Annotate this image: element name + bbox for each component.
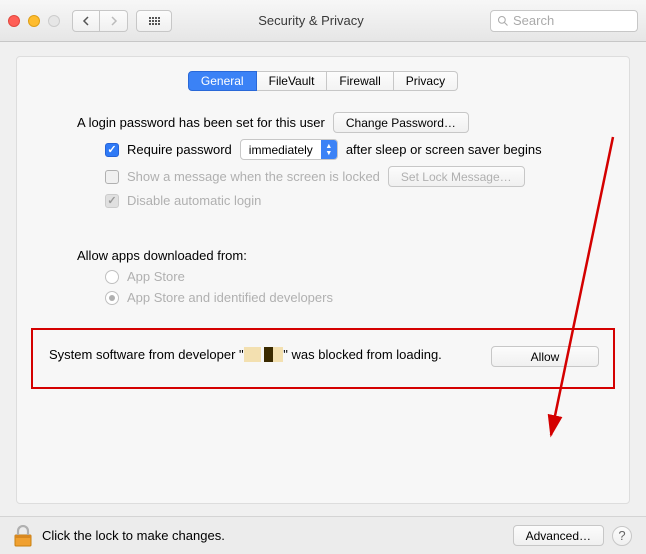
require-password-checkbox[interactable] [105, 143, 119, 157]
lock-text: Click the lock to make changes. [42, 528, 225, 543]
select-value: immediately [249, 143, 313, 157]
nav-buttons [72, 10, 128, 32]
show-message-checkbox [105, 170, 119, 184]
show-all-button[interactable] [136, 10, 172, 32]
gatekeeper-heading: Allow apps downloaded from: [77, 248, 247, 263]
require-password-suffix: after sleep or screen saver begins [346, 142, 542, 157]
close-window-button[interactable] [8, 15, 20, 27]
show-message-label: Show a message when the screen is locked [127, 169, 380, 184]
tab-general[interactable]: General [188, 71, 257, 91]
minimize-window-button[interactable] [28, 15, 40, 27]
disable-auto-login-label: Disable automatic login [127, 193, 261, 208]
blocked-software-notice: System software from developer "xx xx" w… [31, 328, 615, 389]
titlebar: Security & Privacy Search [0, 0, 646, 42]
blocked-prefix: System software from developer " [49, 347, 244, 362]
help-button[interactable]: ? [612, 526, 632, 546]
require-password-delay-select[interactable]: immediately ▲▼ [240, 139, 338, 160]
tab-bar: General FileVault Firewall Privacy [17, 71, 629, 91]
settings-panel: General FileVault Firewall Privacy A log… [16, 56, 630, 504]
require-password-label: Require password [127, 142, 232, 157]
blocked-suffix: " was blocked from loading. [283, 347, 442, 362]
footer: Click the lock to make changes. Advanced… [0, 516, 646, 554]
content-area: General FileVault Firewall Privacy A log… [0, 42, 646, 504]
forward-button [100, 10, 128, 32]
traffic-lights [8, 15, 60, 27]
set-lock-message-button: Set Lock Message… [388, 166, 525, 187]
chevron-left-icon [82, 16, 90, 26]
password-set-label: A login password has been set for this u… [77, 115, 325, 130]
radio-app-store-label: App Store [127, 269, 185, 284]
search-placeholder: Search [513, 13, 554, 28]
blocked-developer-name-redacted-2: x [264, 347, 273, 362]
radio-identified-developers [105, 291, 119, 305]
allow-button[interactable]: Allow [491, 346, 599, 367]
disable-auto-login-checkbox [105, 194, 119, 208]
search-icon [497, 15, 509, 27]
tab-privacy[interactable]: Privacy [394, 71, 458, 91]
lock-icon[interactable] [14, 525, 32, 547]
blocked-text: System software from developer "xx xx" w… [49, 346, 479, 364]
chevron-right-icon [110, 16, 118, 26]
select-arrows-icon: ▲▼ [321, 140, 337, 159]
back-button[interactable] [72, 10, 100, 32]
blocked-developer-name-redacted: xx [244, 347, 261, 362]
gatekeeper-section: Allow apps downloaded from: App Store Ap… [17, 211, 629, 308]
radio-identified-developers-label: App Store and identified developers [127, 290, 333, 305]
radio-app-store [105, 270, 119, 284]
window-title: Security & Privacy [180, 13, 482, 28]
tab-firewall[interactable]: Firewall [327, 71, 393, 91]
grid-icon [149, 17, 160, 25]
login-section: A login password has been set for this u… [17, 109, 629, 211]
blocked-developer-name-redacted-3: x [273, 347, 284, 362]
change-password-button[interactable]: Change Password… [333, 112, 469, 133]
tab-filevault[interactable]: FileVault [257, 71, 328, 91]
advanced-button[interactable]: Advanced… [513, 525, 604, 546]
zoom-window-button [48, 15, 60, 27]
search-input[interactable]: Search [490, 10, 638, 32]
